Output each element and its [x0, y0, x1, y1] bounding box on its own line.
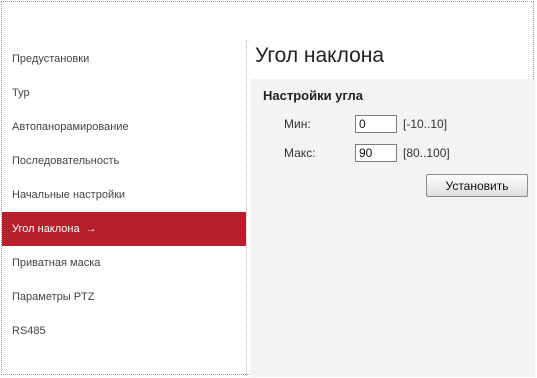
sidebar-item-rs485[interactable]: RS485 — [2, 314, 246, 348]
min-range-hint: [-10..10] — [403, 117, 448, 131]
sidebar-item-label: Последовательность — [12, 155, 120, 167]
sidebar-item-label: Тур — [12, 87, 30, 99]
sidebar-divider — [246, 40, 247, 376]
max-range-hint: [80..100] — [403, 146, 450, 160]
sidebar-item-privacy-mask[interactable]: Приватная маска — [2, 246, 246, 280]
sidebar-item-label: Параметры PTZ — [12, 291, 95, 303]
min-label: Мин: — [284, 117, 311, 131]
sidebar-item-ptz-params[interactable]: Параметры PTZ — [2, 280, 246, 314]
max-label: Макс: — [284, 146, 316, 160]
sidebar-item-sequence[interactable]: Последовательность — [2, 144, 246, 178]
section-title: Настройки угла — [263, 88, 364, 103]
sidebar-item-tour[interactable]: Тур — [2, 76, 246, 110]
sidebar-nav: Предустановки Тур Автопанорамирование По… — [2, 42, 246, 348]
sidebar-item-label: Приватная маска — [12, 257, 101, 269]
sidebar-item-label: Начальные настройки — [12, 189, 126, 201]
sidebar-item-presets[interactable]: Предустановки — [2, 42, 246, 76]
min-angle-input[interactable] — [355, 115, 397, 133]
sidebar-item-label: Предустановки — [12, 53, 90, 65]
sidebar-item-autopan[interactable]: Автопанорамирование — [2, 110, 246, 144]
arrow-right-icon: → — [85, 223, 97, 235]
sidebar-item-label: RS485 — [12, 325, 46, 337]
max-angle-input[interactable] — [355, 144, 397, 162]
page-title: Угол наклона — [255, 44, 385, 67]
set-button[interactable]: Установить — [426, 174, 528, 197]
sidebar-item-label: Угол наклона — [12, 223, 80, 235]
sidebar-item-initial-settings[interactable]: Начальные настройки — [2, 178, 246, 212]
sidebar-item-tilt-angle[interactable]: Угол наклона → — [2, 212, 246, 246]
sidebar-item-label: Автопанорамирование — [12, 121, 129, 133]
